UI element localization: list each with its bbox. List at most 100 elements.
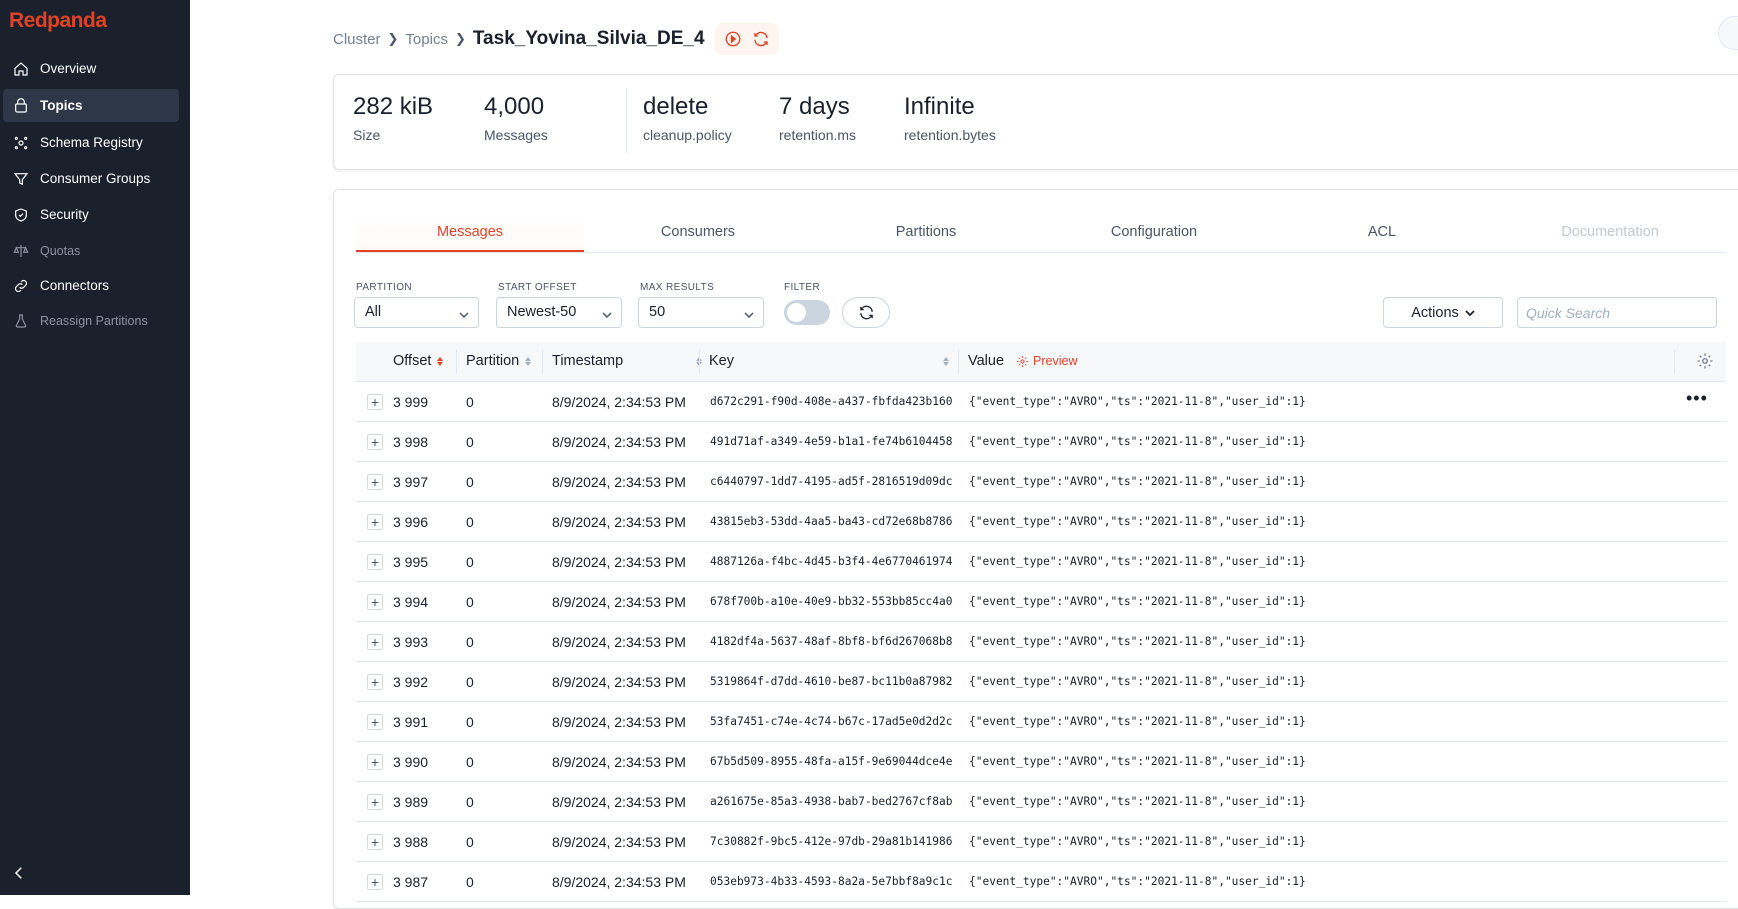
column-timestamp[interactable]: Timestamp	[552, 353, 702, 369]
cell-timestamp: 8/9/2024, 2:34:53 PM	[552, 794, 686, 810]
expand-row-icon[interactable]: +	[367, 554, 383, 570]
table-row[interactable]: +3 993 0 8/9/2024, 2:34:53 PM 4182df4a-5637…	[356, 622, 1726, 662]
table-row[interactable]: +3 998 0 8/9/2024, 2:34:53 PM 491d71af-a349…	[356, 422, 1726, 462]
expand-row-icon[interactable]: +	[367, 874, 383, 890]
column-offset[interactable]: Offset	[393, 353, 444, 369]
sidebar-item-topics[interactable]: Topics	[3, 89, 179, 122]
table-row[interactable]: +3 990 0 8/9/2024, 2:34:53 PM 67b5d509-8955…	[356, 742, 1726, 782]
redpanda-logo[interactable]: Redpanda	[9, 9, 107, 33]
table-row[interactable]: +3 996 0 8/9/2024, 2:34:53 PM 43815eb3-53dd…	[356, 502, 1726, 542]
tab-documentation: Documentation	[1561, 224, 1659, 240]
table-row[interactable]: +3 987 0 8/9/2024, 2:34:53 PM 053eb973-4b33…	[356, 862, 1726, 902]
settings-wrench-button[interactable]	[1718, 16, 1738, 50]
stat-label: retention.bytes	[904, 127, 996, 143]
column-divider	[958, 350, 959, 374]
cell-key: 053eb973-4b33-4593-8a2a-5e7bbf8a9c1c	[710, 875, 953, 888]
cell-partition: 0	[466, 874, 474, 890]
sidebar-item-label: Overview	[40, 61, 97, 76]
breadcrumb-cluster[interactable]: Cluster	[333, 31, 381, 48]
cell-offset: 3 987	[393, 874, 429, 890]
sidebar-item-overview[interactable]: Overview	[3, 52, 179, 85]
cell-offset: 3 988	[393, 834, 429, 850]
table-row[interactable]: +3 989 0 8/9/2024, 2:34:53 PM a261675e-85a3…	[356, 782, 1726, 822]
expand-row-icon[interactable]: +	[367, 834, 383, 850]
expand-row-icon[interactable]: +	[367, 634, 383, 650]
expand-row-icon[interactable]: +	[367, 754, 383, 770]
cell-value: {"event_type":"AVRO","ts":"2021-11-8","u…	[969, 475, 1306, 488]
topic-action-group	[714, 23, 779, 55]
expand-row-icon[interactable]: +	[367, 394, 383, 410]
sidebar-item-connectors[interactable]: Connectors	[3, 269, 179, 302]
table-row[interactable]: +3 999 0 8/9/2024, 2:34:53 PM d672c291-f90d…	[356, 382, 1726, 422]
tab-messages[interactable]: Messages	[356, 213, 584, 252]
table-row[interactable]: +3 994 0 8/9/2024, 2:34:53 PM 678f700b-a10e…	[356, 582, 1726, 622]
table-row[interactable]: +3 991 0 8/9/2024, 2:34:53 PM 53fa7451-c74e…	[356, 702, 1726, 742]
stat-label: retention.ms	[779, 127, 857, 143]
breadcrumb-topics[interactable]: Topics	[405, 31, 448, 48]
sidebar-item-consumer-groups[interactable]: Consumer Groups	[3, 162, 179, 195]
tab-acl[interactable]: ACL	[1268, 213, 1496, 252]
messages-card: Messages Consumers Partitions Configurat…	[333, 189, 1738, 909]
stat-retention-bytes: Infinite retention.bytes	[904, 93, 996, 143]
preview-settings-button[interactable]: Preview	[1016, 354, 1077, 368]
tab-partitions[interactable]: Partitions	[812, 213, 1040, 252]
cell-offset: 3 989	[393, 794, 429, 810]
cell-timestamp: 8/9/2024, 2:34:53 PM	[552, 594, 686, 610]
table-row[interactable]: +3 992 0 8/9/2024, 2:34:53 PM 5319864f-d7dd…	[356, 662, 1726, 702]
column-label: Offset	[393, 353, 432, 369]
expand-row-icon[interactable]: +	[367, 474, 383, 490]
cell-partition: 0	[466, 514, 474, 530]
partition-select[interactable]: All	[354, 297, 479, 328]
partition-value: All	[365, 304, 382, 320]
max-results-label: MAX RESULTS	[640, 282, 715, 293]
produce-record-button[interactable]	[719, 25, 747, 53]
stat-divider	[626, 89, 627, 153]
collapse-sidebar-icon[interactable]	[10, 864, 28, 882]
expand-row-icon[interactable]: +	[367, 434, 383, 450]
cell-offset: 3 996	[393, 514, 429, 530]
cell-value: {"event_type":"AVRO","ts":"2021-11-8","u…	[969, 595, 1306, 608]
table-row[interactable]: +3 997 0 8/9/2024, 2:34:53 PM c6440797-1dd7…	[356, 462, 1726, 502]
cell-value: {"event_type":"AVRO","ts":"2021-11-8","u…	[969, 715, 1306, 728]
expand-row-icon[interactable]: +	[367, 594, 383, 610]
expand-row-icon[interactable]: +	[367, 794, 383, 810]
chevron-right-icon: ❯	[387, 31, 399, 46]
table-row[interactable]: +3 988 0 8/9/2024, 2:34:53 PM 7c30882f-9bc5…	[356, 822, 1726, 862]
max-results-value: 50	[649, 304, 666, 320]
row-menu-icon[interactable]: •••	[1686, 388, 1708, 409]
max-results-select[interactable]: 50	[638, 297, 764, 328]
tab-consumers[interactable]: Consumers	[584, 213, 812, 252]
cell-timestamp: 8/9/2024, 2:34:53 PM	[552, 834, 686, 850]
filter-label: FILTER	[784, 282, 821, 293]
sort-icon	[943, 356, 949, 366]
stat-value: delete	[643, 93, 709, 120]
cell-offset: 3 999	[393, 394, 429, 410]
table-row[interactable]: +3 995 0 8/9/2024, 2:34:53 PM 4887126a-f4bc…	[356, 542, 1726, 582]
cell-key: c6440797-1dd7-4195-ad5f-2816519d09dc	[710, 475, 953, 488]
cell-partition: 0	[466, 754, 474, 770]
cell-key: 5319864f-d7dd-4610-be87-bc11b0a87982	[710, 675, 953, 688]
schema-icon	[12, 134, 30, 152]
quick-search-input[interactable]	[1517, 297, 1717, 328]
cell-timestamp: 8/9/2024, 2:34:53 PM	[552, 554, 686, 570]
cell-timestamp: 8/9/2024, 2:34:53 PM	[552, 634, 686, 650]
expand-row-icon[interactable]: +	[367, 514, 383, 530]
expand-row-icon[interactable]: +	[367, 714, 383, 730]
column-key[interactable]: Key	[709, 353, 949, 369]
column-settings-gear-icon[interactable]	[1696, 352, 1714, 370]
refresh-topic-button[interactable]	[747, 25, 775, 53]
funnel-icon	[12, 170, 30, 188]
cell-timestamp: 8/9/2024, 2:34:53 PM	[552, 674, 686, 690]
tab-configuration[interactable]: Configuration	[1040, 213, 1268, 252]
expand-row-icon[interactable]: +	[367, 674, 383, 690]
actions-dropdown-button[interactable]: Actions	[1383, 297, 1503, 328]
sidebar-item-security[interactable]: Security	[3, 198, 179, 231]
table-body: +3 999 0 8/9/2024, 2:34:53 PM d672c291-f90d…	[356, 382, 1726, 902]
column-label: Partition	[466, 353, 520, 369]
start-offset-select[interactable]: Newest-50	[496, 297, 622, 328]
sidebar-item-schema-registry[interactable]: Schema Registry	[3, 126, 179, 159]
filter-toggle[interactable]	[784, 300, 830, 325]
column-partition[interactable]: Partition	[466, 353, 532, 369]
refresh-messages-button[interactable]	[842, 297, 890, 328]
sidebar-item-reassign-partitions: Reassign Partitions	[3, 304, 179, 337]
